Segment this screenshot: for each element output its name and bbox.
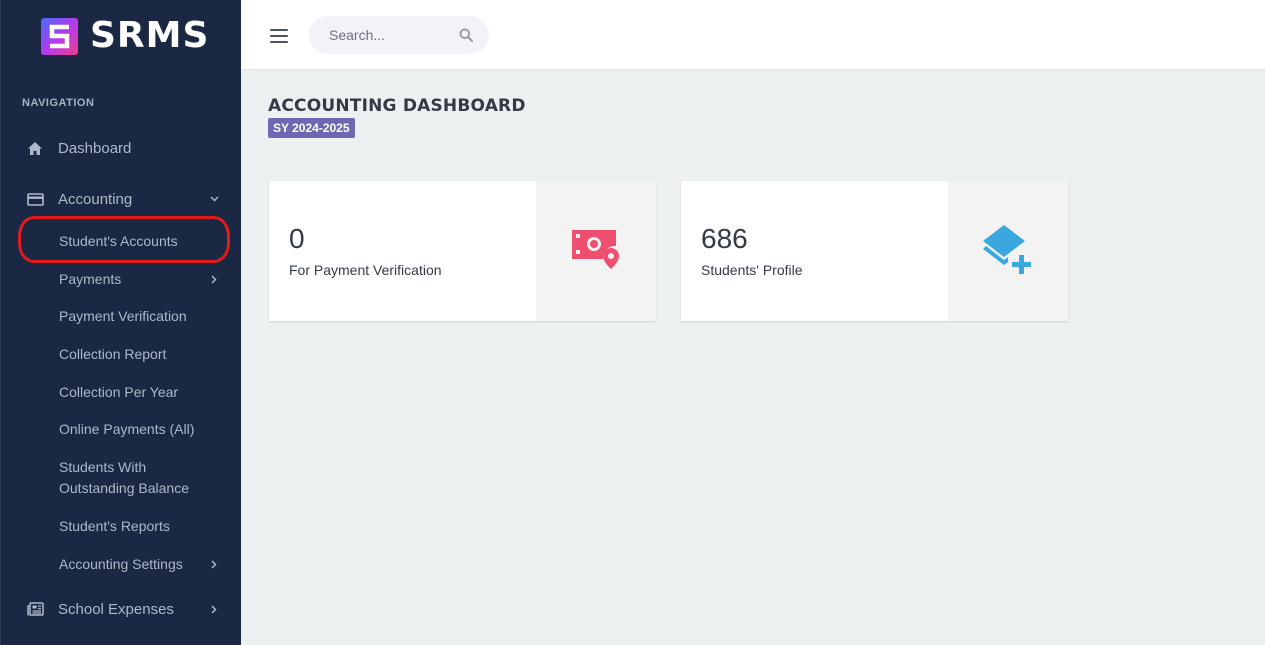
- school-year-badge: SY 2024-2025: [268, 118, 355, 138]
- sidebar-subitem-students-accounts[interactable]: Student's Accounts: [59, 231, 229, 252]
- search-input[interactable]: [329, 27, 449, 43]
- sidebar-subitem-label: Payments: [59, 271, 122, 287]
- sidebar-item-label: School Expenses: [58, 600, 174, 618]
- page-title: ACCOUNTING DASHBOARD: [268, 96, 526, 116]
- menu-toggle-icon[interactable]: [270, 29, 288, 43]
- sidebar-subitem-outstanding-balance[interactable]: Students With Outstanding Balance: [59, 457, 209, 499]
- topbar: [241, 0, 1265, 70]
- sidebar-subitem-label: Collection Report: [59, 346, 167, 362]
- sidebar-subitem-label: Online Payments (All): [59, 421, 195, 437]
- card-label: For Payment Verification: [289, 262, 442, 278]
- layers-plus-icon: [981, 223, 1035, 280]
- sidebar-subitem-payment-verification[interactable]: Payment Verification: [59, 306, 229, 327]
- sidebar-subitem-accounting-settings[interactable]: Accounting Settings: [59, 554, 229, 575]
- card-icon-pane: [536, 181, 656, 321]
- card-count: 0: [289, 223, 305, 254]
- home-icon: [26, 139, 44, 157]
- sidebar-subitem-label: Student's Accounts: [59, 233, 178, 249]
- sidebar-subitem-payments[interactable]: Payments: [59, 269, 229, 290]
- sidebar: SRMS NAVIGATION Dashboard Accounting Stu…: [0, 0, 241, 645]
- sidebar-subitem-collection-report[interactable]: Collection Report: [59, 344, 229, 365]
- nav-heading: NAVIGATION: [22, 97, 95, 109]
- brand-name: SRMS: [90, 15, 210, 56]
- sidebar-subitem-label: Payment Verification: [59, 308, 187, 324]
- sidebar-subitem-label: Accounting Settings: [59, 556, 183, 572]
- brand-logo[interactable]: SRMS: [41, 16, 209, 56]
- card-body: 0 For Payment Verification: [269, 181, 536, 321]
- sidebar-subitem-online-payments[interactable]: Online Payments (All): [59, 419, 229, 440]
- chevron-right-icon: [209, 604, 219, 614]
- search-icon[interactable]: [459, 28, 474, 43]
- sidebar-subitem-label: Student's Reports: [59, 518, 170, 534]
- sidebar-subitem-collection-per-year[interactable]: Collection Per Year: [59, 382, 229, 403]
- chevron-right-icon: [209, 554, 219, 575]
- card-label: Students' Profile: [701, 262, 803, 278]
- chevron-right-icon: [209, 269, 219, 290]
- sidebar-item-accounting[interactable]: Accounting: [1, 189, 241, 209]
- sidebar-item-label: Accounting: [58, 190, 133, 208]
- chevron-down-icon: [209, 194, 219, 204]
- sidebar-item-school-expenses[interactable]: School Expenses: [1, 599, 241, 619]
- newspaper-icon: [26, 600, 44, 618]
- card-icon-pane: [948, 181, 1068, 321]
- sidebar-subitem-label: Collection Per Year: [59, 384, 179, 400]
- card-count: 686: [701, 223, 748, 254]
- credit-card-icon: [26, 190, 44, 208]
- sidebar-subitem-label: Students With Outstanding Balance: [59, 459, 189, 496]
- card-students-profile[interactable]: 686 Students' Profile: [681, 181, 1068, 321]
- search-box: [309, 16, 489, 54]
- srms-logo-icon: [41, 17, 78, 55]
- sidebar-item-label: Dashboard: [58, 139, 132, 157]
- sidebar-subitem-students-reports[interactable]: Student's Reports: [59, 516, 229, 537]
- card-payment-verification[interactable]: 0 For Payment Verification: [269, 181, 656, 321]
- card-body: 686 Students' Profile: [681, 181, 948, 321]
- money-location-icon: [571, 228, 621, 275]
- sidebar-item-dashboard[interactable]: Dashboard: [1, 138, 241, 158]
